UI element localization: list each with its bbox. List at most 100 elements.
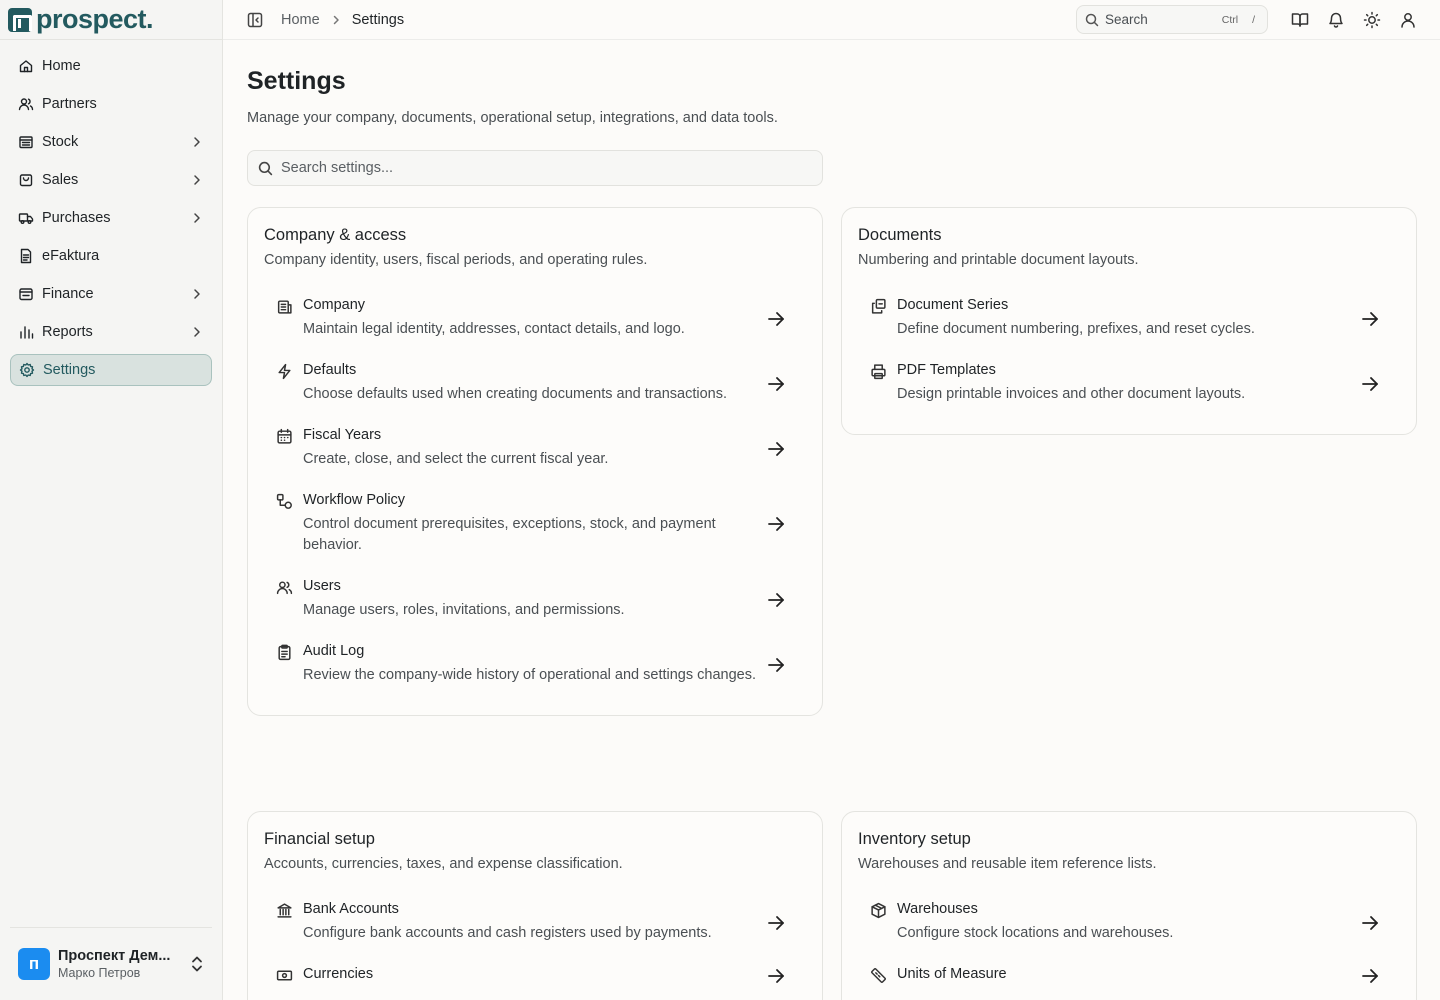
settings-item-company[interactable]: Company Maintain legal identity, addresse… <box>264 286 806 351</box>
org-user: Марко Петров <box>58 966 141 980</box>
sidebar-item-sales[interactable]: Sales <box>10 164 212 196</box>
org-name: Проспект Дем... <box>58 948 171 964</box>
gear-icon <box>19 362 35 378</box>
section-title: Company & access <box>264 226 407 244</box>
breadcrumb: Home Settings <box>281 12 404 28</box>
arrow-right-icon[interactable] <box>1360 374 1380 394</box>
sidebar-item-label: eFaktura <box>42 248 100 264</box>
breadcrumb-current: Settings <box>351 11 405 28</box>
search-icon <box>1085 13 1099 27</box>
section-description: Warehouses and reusable item reference l… <box>858 856 1157 872</box>
section-description: Company identity, users, fiscal periods,… <box>264 252 648 268</box>
section-title: Inventory setup <box>858 830 971 848</box>
chevron-right-icon <box>190 135 204 149</box>
arrow-right-icon[interactable] <box>766 913 786 933</box>
book-open-icon[interactable] <box>1290 10 1310 30</box>
sidebar-nav: Home Partners Stock Sales Purchases eFaktura F… <box>0 40 222 396</box>
sidebar-toggle-icon[interactable] <box>247 12 263 28</box>
sidebar-item-partners[interactable]: Partners <box>10 88 212 120</box>
settings-item-pdf-templates[interactable]: PDF Templates Design printable invoices a… <box>858 351 1400 416</box>
org-switcher[interactable]: п Проспект Дем... Марко Петров <box>10 927 212 1000</box>
topbar: Home Settings Search Ctrl / <box>223 0 1440 40</box>
arrow-right-icon[interactable] <box>766 966 786 986</box>
chevrons-up-down-icon[interactable] <box>190 955 204 973</box>
users-icon <box>18 96 34 112</box>
sidebar-item-stock[interactable]: Stock <box>10 126 212 158</box>
arrow-right-icon[interactable] <box>1360 913 1380 933</box>
user-icon[interactable] <box>1398 10 1418 30</box>
org-avatar: п <box>18 948 50 980</box>
chevron-right-icon <box>190 287 204 301</box>
settings-item-title: Currencies <box>303 966 374 982</box>
settings-item-warehouses[interactable]: Warehouses Configure stock locations and … <box>858 890 1400 955</box>
settings-item-audit-log[interactable]: Audit Log Review the company-wide history… <box>264 632 806 697</box>
sidebar-item-reports[interactable]: Reports <box>10 316 212 348</box>
settings-item-workflow-policy[interactable]: Workflow Policy Control document prerequi… <box>264 481 806 567</box>
bell-icon[interactable] <box>1326 10 1346 30</box>
arrow-right-icon[interactable] <box>766 439 786 459</box>
arrow-right-icon[interactable] <box>766 374 786 394</box>
page-subtitle: Manage your company, documents, operatio… <box>247 110 778 126</box>
bank-icon <box>276 902 293 919</box>
settings-item-description: Control document prerequisites, exceptio… <box>303 516 716 553</box>
sidebar-item-label: Finance <box>42 286 94 302</box>
arrow-right-icon[interactable] <box>1360 966 1380 986</box>
section-title: Documents <box>858 226 942 244</box>
brand[interactable]: prospect. <box>0 0 222 40</box>
settings-item-title: Fiscal Years <box>303 427 382 443</box>
settings-item-description: Review the company-wide history of opera… <box>303 667 756 683</box>
sidebar-item-label: Sales <box>42 172 79 188</box>
printer-icon <box>870 363 887 380</box>
arrow-right-icon[interactable] <box>766 655 786 675</box>
sidebar-item-home[interactable]: Home <box>10 50 212 82</box>
sun-icon[interactable] <box>1362 10 1382 30</box>
wallet-icon <box>18 286 34 302</box>
settings-item-description: Define document numbering, prefixes, and… <box>897 321 1255 337</box>
brand-logo-icon <box>8 7 32 32</box>
breadcrumb-home[interactable]: Home <box>281 12 320 28</box>
settings-item-description: Configure stock locations and warehouses… <box>897 925 1174 941</box>
kbd-slash: / <box>1252 13 1255 26</box>
settings-item-description: Configure bank accounts and cash registe… <box>303 925 712 941</box>
settings-item-currencies[interactable]: Currencies <box>264 955 806 997</box>
arrow-right-icon[interactable] <box>1360 309 1380 329</box>
settings-item-title: Defaults <box>303 362 357 378</box>
settings-item-defaults[interactable]: Defaults Choose defaults used when creati… <box>264 351 806 416</box>
page-title: Settings <box>247 67 346 95</box>
arrow-right-icon[interactable] <box>766 309 786 329</box>
settings-item-units-of-measure[interactable]: Units of Measure <box>858 955 1400 997</box>
arrow-right-icon[interactable] <box>766 590 786 610</box>
settings-search <box>247 150 823 186</box>
sidebar-item-efaktura[interactable]: eFaktura <box>10 240 212 272</box>
sidebar-item-settings[interactable]: Settings <box>10 354 212 386</box>
settings-search-input[interactable] <box>281 160 812 176</box>
settings-item-users[interactable]: Users Manage users, roles, invitations, a… <box>264 567 806 632</box>
search-icon <box>258 161 273 176</box>
settings-section-documents: Documents Numbering and printable documen… <box>841 207 1417 435</box>
sidebar-item-purchases[interactable]: Purchases <box>10 202 212 234</box>
settings-item-title: Audit Log <box>303 643 365 659</box>
settings-item-title: PDF Templates <box>897 362 996 378</box>
sidebar-item-finance[interactable]: Finance <box>10 278 212 310</box>
global-search-label: Search <box>1105 12 1148 27</box>
main-content: Home Settings Search Ctrl / Settings Man… <box>223 0 1440 1000</box>
settings-item-fiscal-years[interactable]: Fiscal Years Create, close, and select th… <box>264 416 806 481</box>
settings-item-description: Design printable invoices and other docu… <box>897 386 1246 402</box>
settings-item-document-series[interactable]: Document Series Define document numbering… <box>858 286 1400 351</box>
settings-section-financial-setup: Financial setup Accounts, currencies, tax… <box>247 811 823 1000</box>
calendar-icon <box>276 428 293 445</box>
settings-item-title: Workflow Policy <box>303 492 406 508</box>
clipboard-icon <box>276 644 293 661</box>
sidebar-item-label: Purchases <box>42 210 111 226</box>
sidebar-item-label: Home <box>42 58 81 74</box>
section-description: Numbering and printable document layouts… <box>858 252 1139 268</box>
global-search[interactable]: Search Ctrl / <box>1076 5 1268 34</box>
settings-item-description: Maintain legal identity, addresses, cont… <box>303 321 685 337</box>
arrow-right-icon[interactable] <box>766 514 786 534</box>
chevron-right-icon <box>330 14 342 26</box>
settings-item-title: Units of Measure <box>897 966 1007 982</box>
sidebar: prospect. Home Partners Stock Sales Purchase… <box>0 0 223 1000</box>
chevron-right-icon <box>190 173 204 187</box>
chevron-right-icon <box>190 211 204 225</box>
settings-item-bank-accounts[interactable]: Bank Accounts Configure bank accounts and… <box>264 890 806 955</box>
